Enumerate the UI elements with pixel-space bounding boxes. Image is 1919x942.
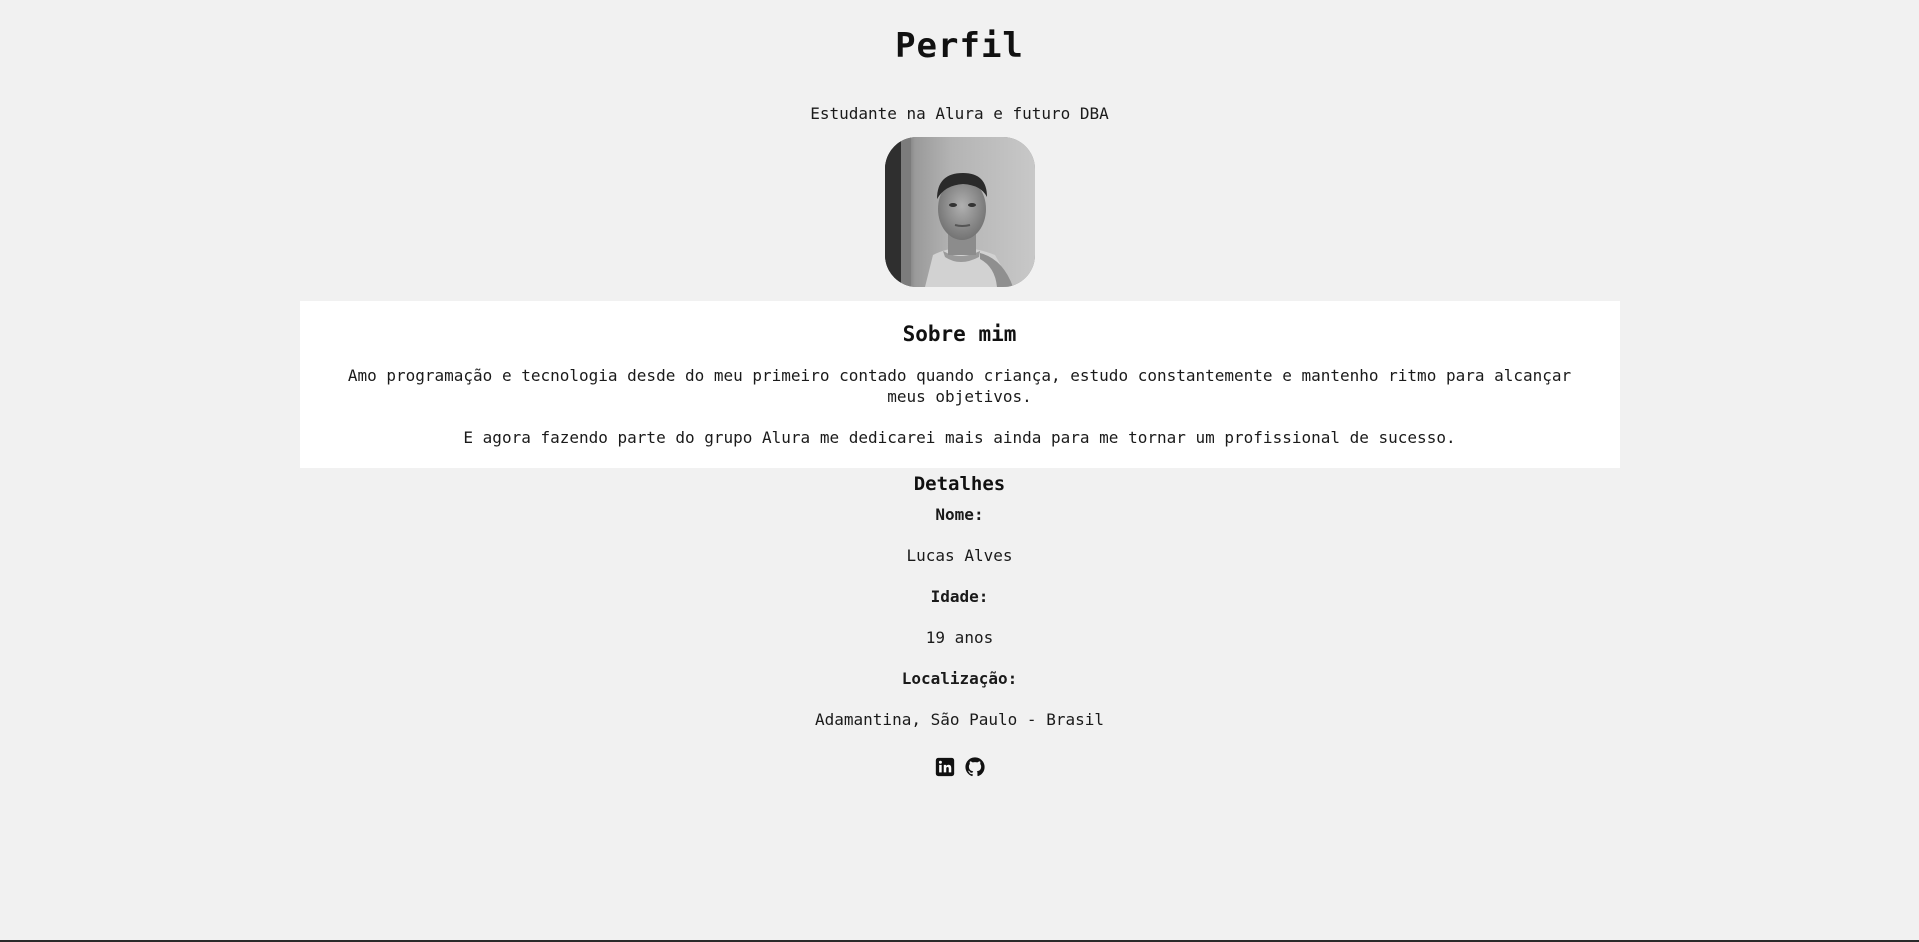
linkedin-link[interactable]: [935, 757, 955, 777]
details-heading: Detalhes: [913, 473, 1006, 495]
profile-photo-image: [884, 137, 1035, 287]
about-section: Sobre mim Amo programação e tecnologia d…: [299, 301, 1620, 468]
linkedin-icon: [935, 757, 954, 777]
location-value: Adamantina, São Paulo - Brasil: [815, 710, 1104, 729]
about-heading: Sobre mim: [902, 322, 1017, 346]
age-value: 19 anos: [925, 628, 994, 647]
github-link[interactable]: [964, 757, 985, 777]
github-icon: [964, 757, 985, 777]
page-title: Perfil: [895, 26, 1024, 66]
about-paragraph-2: E agora fazendo parte do grupo Alura me …: [463, 428, 1456, 447]
age-label: Idade:: [930, 587, 989, 606]
profile-photo: [884, 137, 1035, 287]
location-label: Localização:: [901, 669, 1018, 688]
page-subtitle: Estudante na Alura e futuro DBA: [810, 104, 1109, 123]
social-links: [0, 757, 1919, 777]
profile-page: Perfil Estudante na Alura e futuro DBA S…: [0, 0, 1919, 777]
details-section: Detalhes Nome: Lucas Alves Idade: 19 ano…: [0, 471, 1919, 730]
about-paragraph-1: Amo programação e tecnologia desde do me…: [347, 366, 1572, 406]
name-value: Lucas Alves: [906, 546, 1013, 565]
name-label: Nome:: [935, 505, 984, 524]
